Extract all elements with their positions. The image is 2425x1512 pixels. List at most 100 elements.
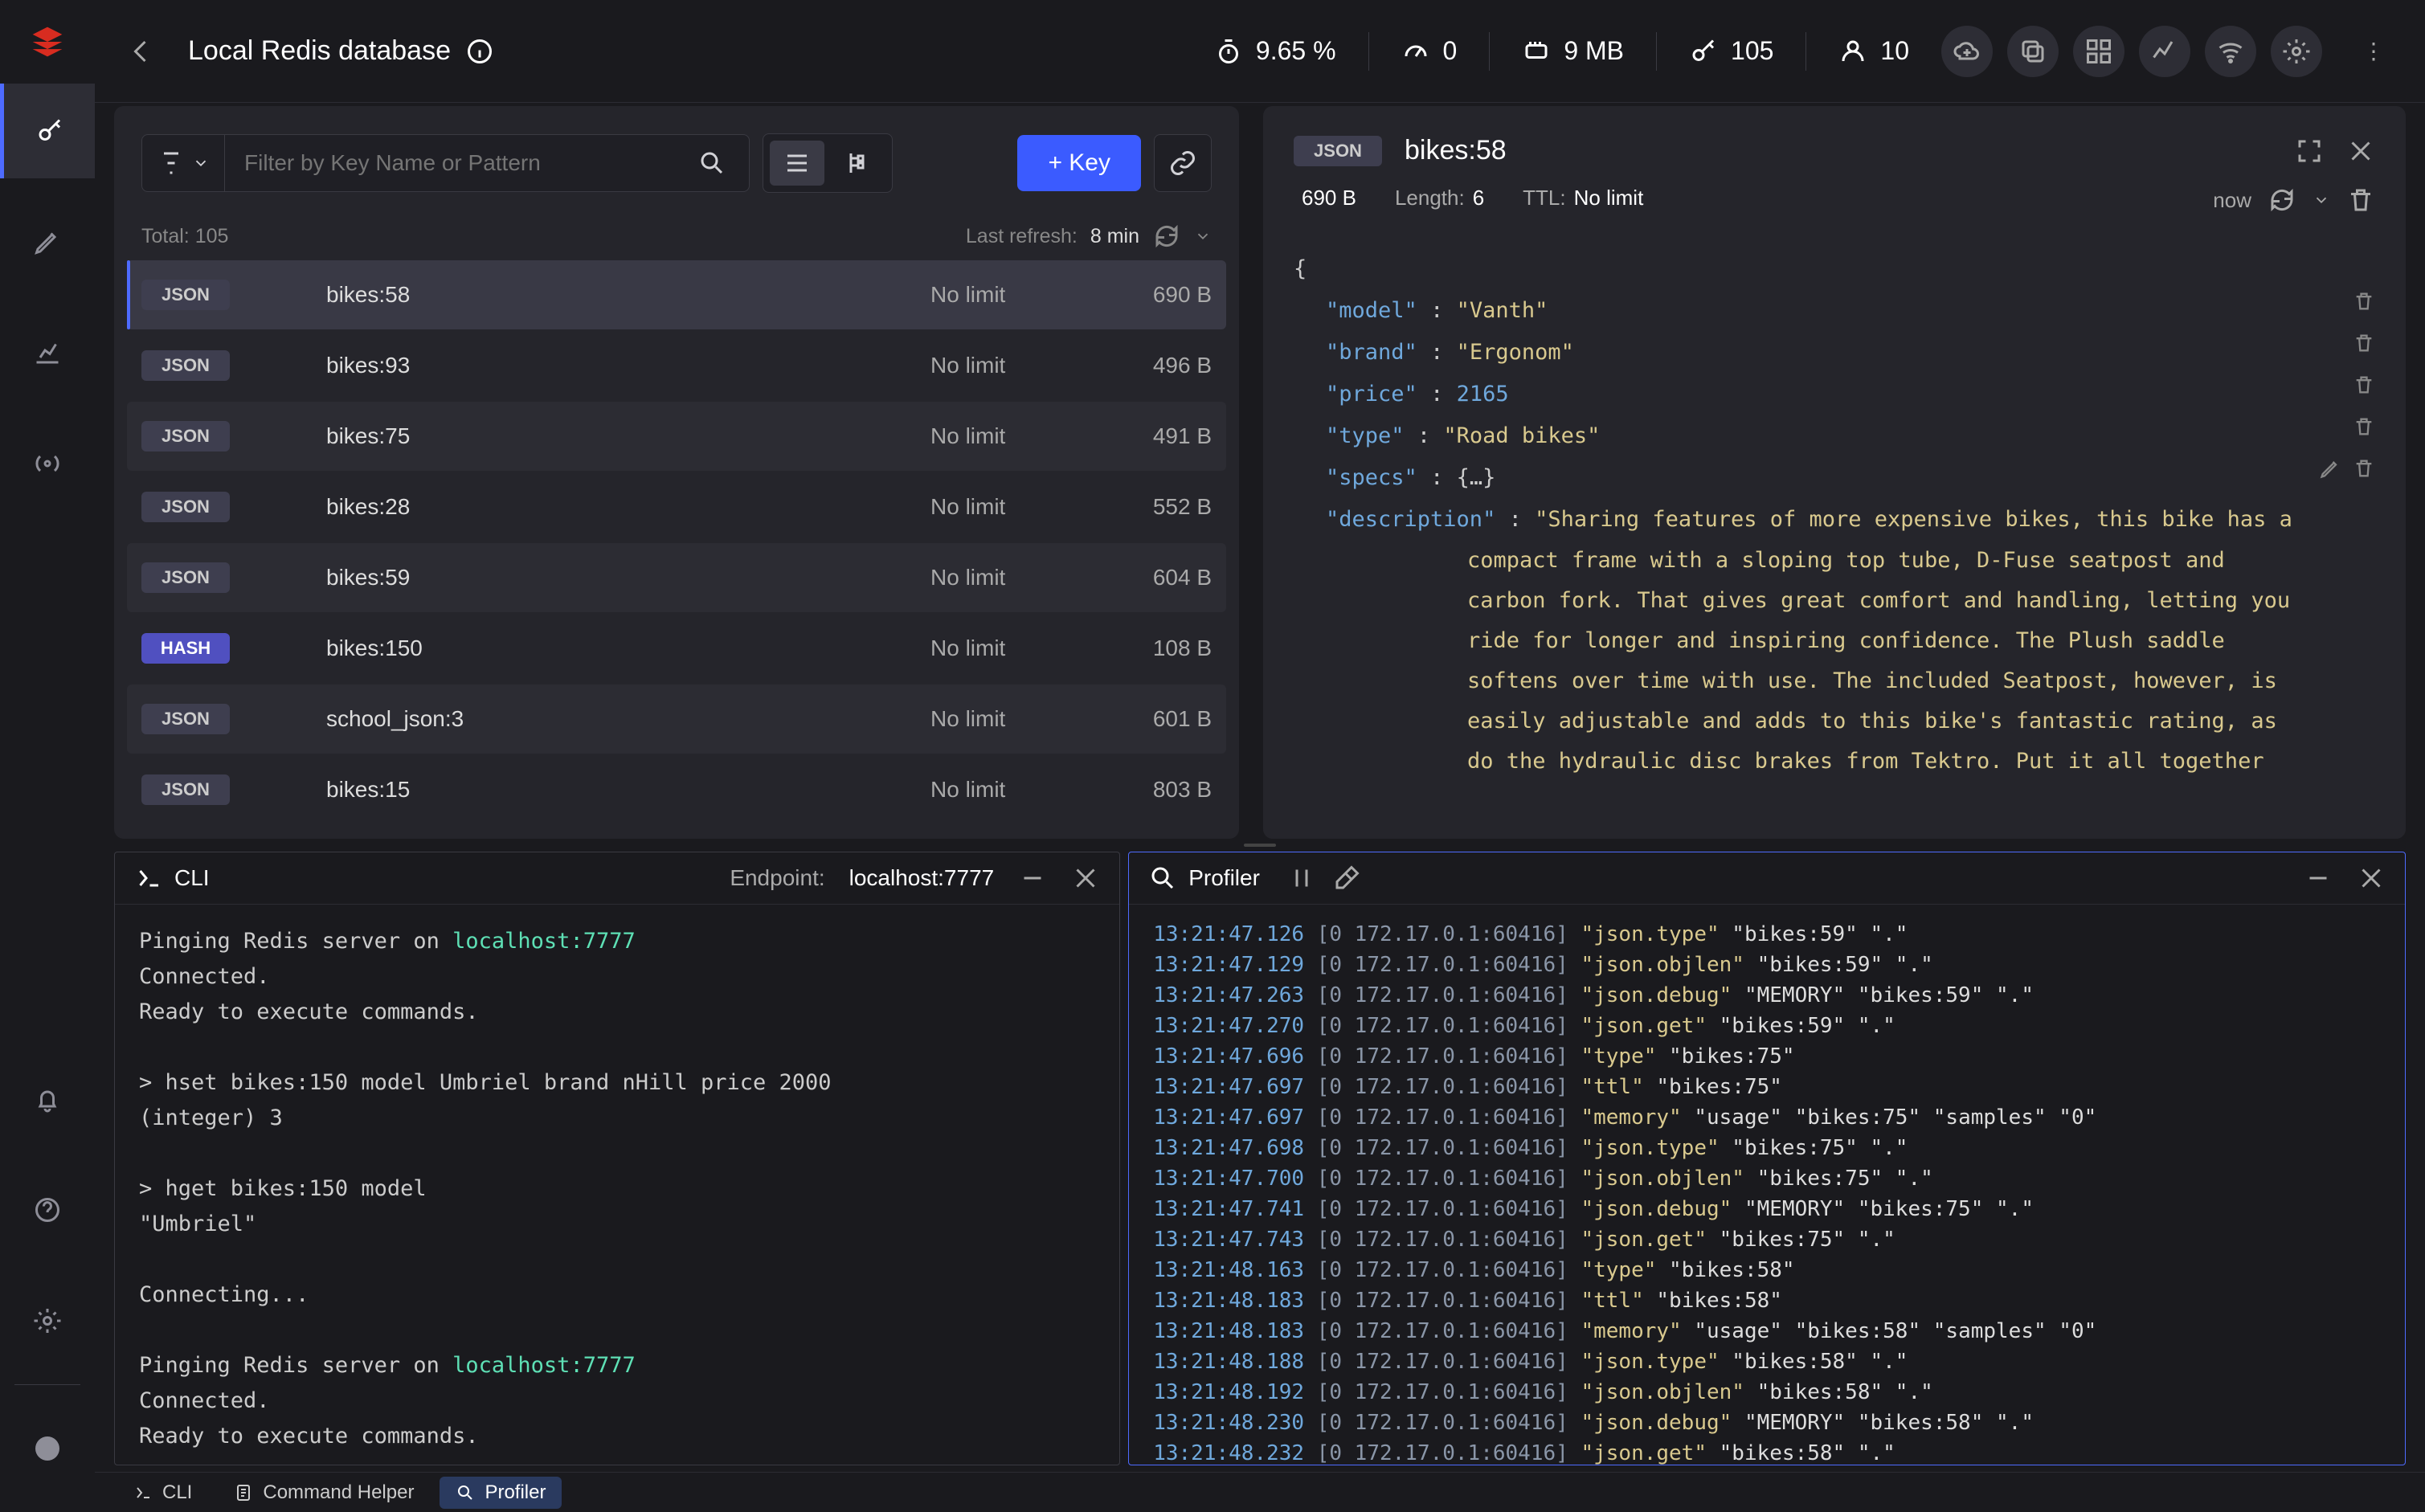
sidebar [0, 0, 95, 1512]
cli-close[interactable] [1071, 864, 1100, 893]
key-name: bikes:150 [326, 635, 423, 661]
detail-refresh-options[interactable] [2313, 191, 2330, 209]
key-row[interactable]: JSONschool_json:3No limit601 B [127, 684, 1226, 754]
json-body: { "model" : "Vanth" "brand" : "Ergonom" … [1263, 232, 2406, 839]
bottom-profiler[interactable]: Profiler [440, 1477, 562, 1509]
stat-memory-value: 9 MB [1564, 36, 1624, 66]
key-row[interactable]: JSONbikes:75No limit491 B [127, 402, 1226, 471]
detail-panel: JSON bikes:58 690 B Length:6 TTL:No limi… [1263, 106, 2406, 839]
search-icon [1148, 864, 1177, 893]
key-size: 552 B [1107, 494, 1212, 520]
back-button[interactable] [127, 37, 156, 66]
header-cloud[interactable] [1941, 26, 1993, 77]
key-icon [35, 116, 64, 145]
doc-icon [234, 1483, 253, 1502]
total-value: 105 [195, 225, 229, 248]
header-graph[interactable] [2139, 26, 2190, 77]
list-icon [783, 149, 812, 178]
view-list[interactable] [770, 141, 824, 186]
refresh-button[interactable] [1152, 222, 1181, 251]
broadcast-icon [33, 449, 62, 478]
profiler-minimize[interactable] [2304, 864, 2333, 893]
field-delete[interactable] [2353, 415, 2375, 438]
header-wifi[interactable] [2205, 26, 2256, 77]
field-delete[interactable] [2353, 332, 2375, 354]
key-ttl: No limit [930, 706, 1107, 732]
detail-size: 690 B [1302, 186, 1356, 210]
key-ttl: No limit [930, 282, 1107, 308]
field-delete[interactable] [2353, 457, 2375, 480]
speed-icon [1401, 37, 1430, 66]
view-tree[interactable] [831, 141, 885, 186]
sidebar-settings[interactable] [0, 1273, 95, 1368]
key-row[interactable]: JSONbikes:58No limit690 B [127, 260, 1226, 329]
key-ttl: No limit [930, 494, 1107, 520]
last-refresh-label: Last refresh: [966, 225, 1078, 248]
stat-percent: 9.65 % [1214, 36, 1336, 66]
filter-type-select[interactable] [142, 135, 225, 191]
header-settings[interactable] [2271, 26, 2322, 77]
fullscreen-button[interactable] [2295, 137, 2324, 166]
field-delete[interactable] [2353, 290, 2375, 313]
key-type-badge: JSON [141, 704, 230, 734]
keys-panel: + Key Total: 105 Last refresh: 8 min [114, 106, 1239, 839]
sidebar-github[interactable] [0, 1401, 95, 1496]
detail-refresh-button[interactable] [2268, 186, 2296, 215]
key-row[interactable]: JSONbikes:59No limit604 B [127, 543, 1226, 612]
key-name: bikes:28 [326, 494, 410, 520]
sidebar-notifications[interactable] [0, 1052, 95, 1146]
key-size: 690 B [1107, 282, 1212, 308]
horizontal-splitter[interactable] [114, 839, 2406, 852]
key-row[interactable]: JSONbikes:28No limit552 B [127, 472, 1226, 541]
stat-commands-value: 0 [1443, 36, 1458, 66]
key-row[interactable]: JSONbikes:15No limit803 B [127, 755, 1226, 824]
delete-key-button[interactable] [2346, 186, 2375, 215]
add-key-button[interactable]: + Key [1017, 135, 1141, 191]
key-size: 601 B [1107, 706, 1212, 732]
db-title: Local Redis database [188, 35, 494, 67]
stat-memory: 9 MB [1522, 36, 1624, 66]
key-row[interactable]: HASHbikes:150No limit108 B [127, 614, 1226, 683]
cli-minimize[interactable] [1018, 864, 1047, 893]
key-ttl: No limit [930, 635, 1107, 661]
key-ttl: No limit [930, 353, 1107, 378]
graph-icon [2150, 37, 2179, 66]
gear-icon [33, 1306, 62, 1335]
profiler-close[interactable] [2357, 864, 2386, 893]
cli-panel: CLI Endpoint: localhost:7777 Pinging Red… [114, 852, 1120, 1465]
kebab-menu[interactable]: ⋮ [2354, 38, 2393, 64]
bottom-helper-label: Command Helper [263, 1481, 414, 1504]
key-name: bikes:59 [326, 565, 410, 590]
bulk-actions-button[interactable] [1154, 134, 1212, 192]
key-row[interactable]: JSONbikes:93No limit496 B [127, 331, 1226, 400]
sidebar-help[interactable] [0, 1163, 95, 1257]
header-copy[interactable] [2007, 26, 2059, 77]
sidebar-keys[interactable] [0, 84, 95, 178]
search-button[interactable] [675, 135, 749, 191]
stopwatch-icon [1214, 37, 1243, 66]
refresh-options[interactable] [1194, 227, 1212, 245]
profiler-clear[interactable] [1332, 864, 1361, 893]
sidebar-pubsub[interactable] [0, 416, 95, 511]
field-delete[interactable] [2353, 374, 2375, 396]
link-icon [1168, 149, 1197, 178]
close-detail-button[interactable] [2346, 137, 2375, 166]
key-size: 491 B [1107, 423, 1212, 449]
bottom-cli[interactable]: CLI [117, 1477, 208, 1509]
profiler-log: 13:21:47.126 [0 172.17.0.1:60416] "json.… [1129, 905, 2405, 1465]
endpoint-label: Endpoint: [730, 865, 824, 891]
info-icon[interactable] [465, 37, 494, 66]
sidebar-workbench[interactable] [0, 194, 95, 289]
profiler-pause[interactable] [1287, 864, 1316, 893]
sidebar-analysis[interactable] [0, 305, 95, 400]
bottom-helper[interactable]: Command Helper [218, 1477, 430, 1509]
field-edit[interactable] [2319, 457, 2341, 480]
cli-terminal[interactable]: Pinging Redis server on localhost:7777Co… [115, 905, 1119, 1465]
header-grid[interactable] [2073, 26, 2124, 77]
filter-input[interactable] [225, 135, 675, 191]
db-name: Local Redis database [188, 35, 451, 67]
wifi-icon [2216, 37, 2245, 66]
ttl-label: TTL: [1523, 186, 1565, 210]
stat-keys: 105 [1689, 36, 1773, 66]
length-value: 6 [1473, 186, 1484, 210]
